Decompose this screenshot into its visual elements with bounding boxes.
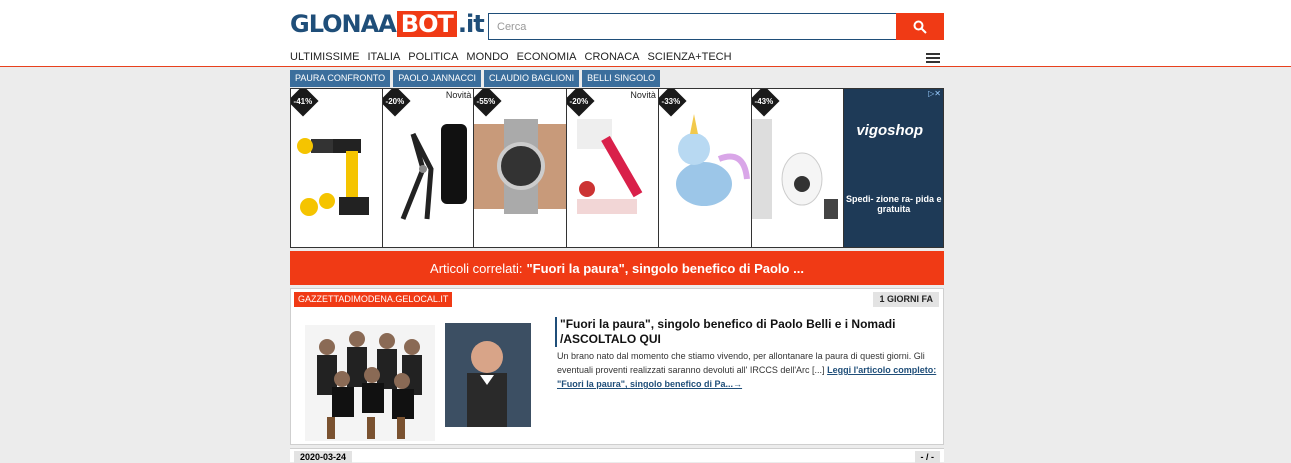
article-title[interactable]: "Fuori la paura", singolo benefico di Pa…: [555, 317, 940, 347]
nav-item-mondo[interactable]: MONDO: [466, 51, 508, 63]
nav-item-ultimissime[interactable]: ULTIMISSIME: [290, 51, 359, 63]
nav-item-scienza-tech[interactable]: SCIENZA+TECH: [648, 51, 732, 63]
site-logo[interactable]: GLONAA BOT .it: [290, 10, 485, 38]
vigoshop-logo: vigoshop: [856, 122, 923, 139]
ad-banner: -41% -20% Novità -55% -20% Novità -33% -…: [290, 88, 944, 248]
header: GLONAA BOT .it ULTIMISSIME ITALIA POLITI…: [0, 0, 1291, 67]
hamburger-menu-icon[interactable]: [926, 53, 940, 65]
ad-choices-icon[interactable]: ▷✕: [928, 89, 941, 98]
search-bar: [488, 13, 944, 40]
article-source[interactable]: GAZZETTADIMODENA.GELOCAL.IT: [294, 292, 453, 307]
nav-item-italia[interactable]: ITALIA: [367, 51, 400, 63]
main-nav: ULTIMISSIME ITALIA POLITICA MONDO ECONOM…: [290, 51, 944, 63]
related-articles-bar[interactable]: Articoli correlati: "Fuori la paura", si…: [290, 251, 944, 285]
search-icon: [913, 20, 927, 34]
tag-claudio-baglioni[interactable]: CLAUDIO BAGLIONI: [484, 70, 580, 87]
vigoshop-ad[interactable]: ▷✕ vigoshop Spedi- zione ra- pida e grat…: [844, 89, 943, 247]
article-card: GAZZETTADIMODENA.GELOCAL.IT 1 GIORNI FA …: [290, 288, 944, 445]
nav-item-cronaca[interactable]: CRONACA: [585, 51, 640, 63]
ad-product-pliers[interactable]: -20% Novità: [382, 89, 475, 247]
nav-item-politica[interactable]: POLITICA: [408, 51, 458, 63]
related-prefix: Articoli correlati:: [430, 260, 523, 276]
tag-belli-singolo[interactable]: BELLI SINGOLO: [582, 70, 661, 87]
article-photo[interactable]: [297, 317, 533, 441]
ad-product-watch[interactable]: -55%: [474, 89, 568, 247]
article-summary: Un brano nato dal momento che stiamo viv…: [557, 349, 942, 391]
ad-product-nail-drill[interactable]: -20% Novità: [567, 89, 659, 247]
ad-product-unicorn[interactable]: -33%: [658, 89, 752, 247]
tag-list: PAURA CONFRONTO PAOLO JANNACCI CLAUDIO B…: [290, 70, 944, 87]
search-input[interactable]: [488, 13, 896, 40]
pager-indicator[interactable]: - / -: [914, 451, 940, 463]
novita-label: Novità: [630, 90, 656, 100]
ad-product-drill-brush[interactable]: -41%: [291, 89, 383, 247]
article-age: 1 GIORNI FA: [873, 292, 939, 307]
nav-item-economia[interactable]: ECONOMIA: [517, 51, 577, 63]
tag-paura-confronto[interactable]: PAURA CONFRONTO: [290, 70, 391, 87]
logo-text-2: BOT: [396, 11, 457, 37]
novita-label: Novità: [445, 90, 472, 100]
tag-paolo-jannacci[interactable]: PAOLO JANNACCI: [393, 70, 482, 87]
search-button[interactable]: [896, 13, 944, 40]
logo-text-1: GLONAA: [290, 10, 397, 38]
shipping-text: Spedi- zione ra- pida e gratuita: [846, 194, 942, 214]
related-title: "Fuori la paura", singolo benefico di Pa…: [526, 260, 804, 276]
main-content: PAURA CONFRONTO PAOLO JANNACCI CLAUDIO B…: [290, 70, 944, 445]
logo-text-3: .it: [457, 10, 485, 38]
ad-product-camera[interactable]: -43%: [751, 89, 845, 247]
article-footer: 2020-03-24 - / -: [290, 448, 944, 463]
article-date: 2020-03-24: [294, 451, 353, 463]
